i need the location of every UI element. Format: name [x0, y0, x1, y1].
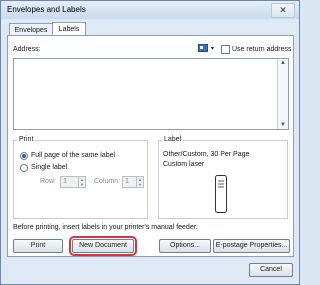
- single-label-radio[interactable]: [20, 164, 28, 172]
- address-scrollbar[interactable]: ▲ ▼: [277, 59, 288, 129]
- full-page-radio[interactable]: [20, 152, 28, 160]
- label-group: Label Other/Custom, 30 Per Page Custom l…: [158, 136, 288, 219]
- close-button[interactable]: ✕: [271, 3, 295, 18]
- address-book-icon[interactable]: [198, 44, 208, 52]
- epostage-properties-button[interactable]: E-postage Properties...: [213, 239, 290, 253]
- print-group: Print Full page of the same label Single…: [13, 136, 148, 219]
- options-button-label: Options...: [170, 242, 200, 249]
- cancel-button-label: Cancel: [260, 266, 282, 273]
- column-stepper[interactable]: 1 ▲ ▼: [122, 176, 144, 188]
- scroll-up-icon[interactable]: ▲: [280, 60, 286, 66]
- use-return-address-checkbox[interactable]: [221, 45, 230, 54]
- epostage-properties-button-label: E-postage Properties...: [215, 242, 288, 249]
- row-value: 1: [63, 178, 67, 185]
- tab-labels-label: Labels: [58, 26, 80, 33]
- scroll-down-icon[interactable]: ▼: [280, 122, 286, 128]
- print-button[interactable]: Print: [13, 239, 63, 253]
- cancel-button[interactable]: Cancel: [249, 263, 293, 277]
- labels-panel: Address: ▾ Use return address ▲ ▼ Print …: [7, 35, 294, 257]
- label-preview-icon[interactable]: [215, 175, 227, 213]
- notice-text: Before printing, insert labels in your p…: [13, 224, 198, 231]
- column-stepper-arrows[interactable]: ▲ ▼: [136, 177, 143, 187]
- options-button[interactable]: Options...: [159, 239, 211, 253]
- address-textarea[interactable]: ▲ ▼: [13, 58, 289, 130]
- row-stepper[interactable]: 1 ▲ ▼: [60, 176, 86, 188]
- window-title: Envelopes and Labels: [7, 5, 86, 14]
- title-bar: Envelopes and Labels ✕: [1, 1, 299, 19]
- new-document-button-label: New Document: [79, 242, 127, 249]
- use-return-address-label: Use return address: [232, 46, 292, 53]
- close-icon: ✕: [279, 5, 287, 15]
- row-stepper-arrows[interactable]: ▲ ▼: [78, 177, 85, 187]
- tab-envelopes-label: Envelopes: [14, 27, 48, 34]
- label-product-type: Custom laser: [163, 161, 205, 168]
- print-button-label: Print: [30, 242, 46, 249]
- column-value: 1: [125, 178, 129, 185]
- full-page-label: Full page of the same label: [31, 152, 116, 159]
- address-label: Address:: [13, 46, 41, 53]
- chevron-down-icon[interactable]: ▾: [211, 45, 214, 52]
- label-product-name: Other/Custom, 30 Per Page: [163, 151, 250, 158]
- print-group-title: Print: [17, 136, 36, 143]
- column-label: Column:: [94, 178, 121, 185]
- row-label: Row:: [40, 178, 56, 185]
- single-label-label: Single label: [31, 164, 68, 171]
- new-document-button[interactable]: New Document: [69, 236, 137, 256]
- label-group-title: Label: [162, 136, 184, 143]
- envelopes-and-labels-dialog: Envelopes and Labels ✕ Envelopes Labels …: [0, 0, 300, 285]
